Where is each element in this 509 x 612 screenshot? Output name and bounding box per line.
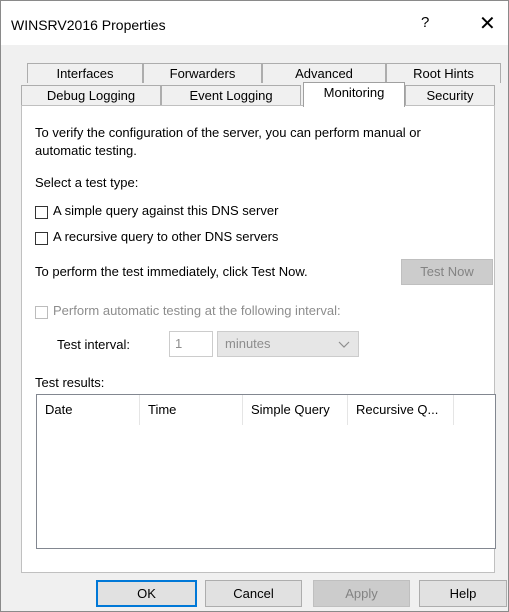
test-now-prompt: To perform the test immediately, click T…	[35, 264, 308, 279]
test-results-list[interactable]: Date Time Simple Query Recursive Q...	[36, 394, 496, 549]
tab-debug-logging[interactable]: Debug Logging	[21, 85, 161, 105]
window-title: WINSRV2016 Properties	[11, 17, 166, 33]
simple-query-checkbox[interactable]	[35, 206, 48, 219]
recursive-query-label[interactable]: A recursive query to other DNS servers	[53, 229, 278, 244]
column-header-date[interactable]: Date	[37, 395, 140, 425]
tab-row-2: Debug Logging Event Logging Monitoring S…	[21, 82, 495, 107]
interval-input[interactable]: 1	[169, 331, 213, 357]
cancel-button[interactable]: Cancel	[205, 580, 302, 607]
interval-label: Test interval:	[57, 337, 130, 352]
select-test-type-label: Select a test type:	[35, 175, 139, 190]
auto-test-label[interactable]: Perform automatic testing at the followi…	[53, 303, 341, 318]
intro-text-line2: automatic testing.	[35, 143, 137, 158]
auto-test-checkbox[interactable]	[35, 306, 48, 319]
column-header-simple-query[interactable]: Simple Query	[243, 395, 348, 425]
tab-row-1: Interfaces Forwarders Advanced Root Hint…	[27, 63, 501, 83]
title-bar: WINSRV2016 Properties ? ✕	[1, 1, 508, 45]
chevron-down-icon	[338, 335, 350, 361]
simple-query-label[interactable]: A simple query against this DNS server	[53, 203, 278, 218]
tab-forwarders[interactable]: Forwarders	[143, 63, 262, 83]
tab-advanced[interactable]: Advanced	[262, 63, 386, 83]
tab-interfaces[interactable]: Interfaces	[27, 63, 143, 83]
column-header-recursive-query[interactable]: Recursive Q...	[348, 395, 454, 425]
tab-security[interactable]: Security	[405, 85, 495, 105]
close-button[interactable]: ✕	[479, 11, 496, 36]
ok-button[interactable]: OK	[96, 580, 197, 607]
help-button[interactable]: Help	[419, 580, 507, 607]
tab-root-hints[interactable]: Root Hints	[386, 63, 501, 83]
tab-event-logging[interactable]: Event Logging	[161, 85, 301, 105]
recursive-query-checkbox[interactable]	[35, 232, 48, 245]
apply-button[interactable]: Apply	[313, 580, 410, 607]
tab-monitoring[interactable]: Monitoring	[303, 82, 405, 107]
help-title-button[interactable]: ?	[421, 14, 429, 31]
interval-unit-value: minutes	[225, 336, 271, 351]
properties-dialog: WINSRV2016 Properties ? ✕ Interfaces For…	[0, 0, 509, 612]
test-now-button[interactable]: Test Now	[401, 259, 493, 285]
interval-unit-select[interactable]: minutes	[217, 331, 359, 357]
intro-text-line1: To verify the configuration of the serve…	[35, 125, 421, 140]
column-header-time[interactable]: Time	[140, 395, 243, 425]
test-results-label: Test results:	[35, 375, 105, 390]
